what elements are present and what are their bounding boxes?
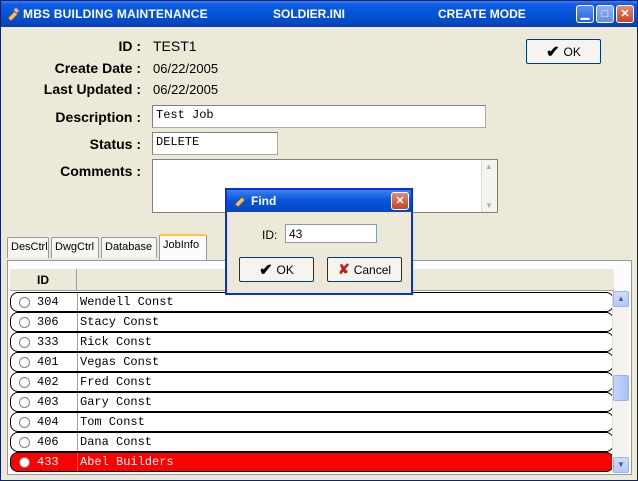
close-icon: ✕ xyxy=(620,8,630,20)
tab-jobinfo[interactable]: JobInfo xyxy=(159,234,207,260)
grid-header-id[interactable]: ID xyxy=(10,269,77,291)
column-divider xyxy=(77,453,78,471)
column-divider xyxy=(77,433,78,451)
comments-label: Comments : xyxy=(60,163,141,179)
cancel-x-icon: ✘ xyxy=(337,261,350,277)
column-divider xyxy=(77,393,78,411)
maximize-icon: □ xyxy=(601,8,609,20)
status-field[interactable]: DELETE xyxy=(152,132,278,155)
find-cancel-label: Cancel xyxy=(353,262,392,277)
tab-desctrl[interactable]: DesCtrl xyxy=(7,237,49,258)
find-close-button[interactable]: ✕ xyxy=(391,192,409,210)
scroll-up-icon[interactable]: ▲ xyxy=(613,291,629,307)
find-ok-button[interactable]: ✔ OK xyxy=(239,257,314,282)
table-row[interactable]: 304 Wendell Const xyxy=(10,292,614,312)
status-label: Status : xyxy=(89,136,141,152)
row-radio[interactable] xyxy=(19,357,30,368)
ok-button[interactable]: ✔ OK xyxy=(526,39,601,64)
row-radio[interactable] xyxy=(19,397,30,408)
row-radio[interactable] xyxy=(19,317,30,328)
row-name: Tom Const xyxy=(80,415,145,429)
title-file-name: SOLDIER.INI xyxy=(273,7,346,21)
row-name: Stacy Const xyxy=(80,315,160,329)
column-divider xyxy=(77,353,78,371)
column-divider xyxy=(77,313,78,331)
table-row[interactable]: 406 Dana Const xyxy=(10,432,614,452)
tab-database[interactable]: Database xyxy=(101,237,157,258)
scrollbar-thumb[interactable] xyxy=(613,375,629,401)
checkmark-icon: ✔ xyxy=(259,261,273,279)
row-name: Gary Const xyxy=(80,395,153,409)
row-radio[interactable] xyxy=(19,437,30,448)
table-row[interactable]: 404 Tom Const xyxy=(10,412,614,432)
close-button[interactable]: ✕ xyxy=(616,5,634,23)
row-name: Vegas Const xyxy=(80,355,160,369)
description-label: Description : xyxy=(55,109,141,125)
row-id: 402 xyxy=(37,375,59,389)
row-id: 404 xyxy=(37,415,59,429)
table-row[interactable]: 433 Abel Builders xyxy=(10,452,614,472)
row-name: Dana Const xyxy=(80,435,153,449)
find-dialog-title-bar[interactable]: Find ✕ xyxy=(227,190,411,212)
row-radio[interactable] xyxy=(19,337,30,348)
column-divider xyxy=(77,333,78,351)
row-radio[interactable] xyxy=(19,377,30,388)
table-row[interactable]: 333 Rick Const xyxy=(10,332,614,352)
description-field[interactable]: Test Job xyxy=(152,105,486,128)
title-app-name: MBS BUILDING MAINTENANCE xyxy=(23,7,208,21)
row-id: 403 xyxy=(37,395,59,409)
row-id: 433 xyxy=(37,455,59,469)
row-radio[interactable] xyxy=(19,297,30,308)
row-id: 406 xyxy=(37,435,59,449)
row-radio[interactable] xyxy=(19,417,30,428)
row-id: 401 xyxy=(37,355,59,369)
table-row[interactable]: 401 Vegas Const xyxy=(10,352,614,372)
id-label: ID : xyxy=(118,38,141,54)
app-icon xyxy=(7,7,20,21)
row-name: Abel Builders xyxy=(80,455,174,469)
find-ok-label: OK xyxy=(276,262,294,277)
title-bar[interactable]: MBS BUILDING MAINTENANCE SOLDIER.INI CRE… xyxy=(1,1,637,27)
find-id-input[interactable]: 43 xyxy=(285,224,377,243)
id-value: TEST1 xyxy=(153,38,197,54)
table-row[interactable]: 403 Gary Const xyxy=(10,392,614,412)
tab-dwgctrl[interactable]: DwgCtrl xyxy=(51,237,99,258)
table-row[interactable]: 402 Fred Const xyxy=(10,372,614,392)
maximize-button[interactable]: □ xyxy=(596,5,614,23)
find-cancel-button[interactable]: ✘ Cancel xyxy=(327,257,402,282)
column-divider xyxy=(77,413,78,431)
title-mode: CREATE MODE xyxy=(438,7,526,21)
table-row[interactable]: 306 Stacy Const xyxy=(10,312,614,332)
create-date-value: 06/22/2005 xyxy=(153,61,219,76)
scroll-up-icon[interactable]: ▲ xyxy=(485,162,494,171)
row-id: 333 xyxy=(37,335,59,349)
last-updated-label: Last Updated : xyxy=(43,81,141,97)
row-radio[interactable] xyxy=(19,457,30,468)
row-id: 304 xyxy=(37,295,59,309)
scroll-down-icon[interactable]: ▼ xyxy=(613,457,629,473)
row-id: 306 xyxy=(37,315,59,329)
main-window: MBS BUILDING MAINTENANCE SOLDIER.INI CRE… xyxy=(0,0,638,481)
row-name: Fred Const xyxy=(80,375,153,389)
checkmark-icon: ✔ xyxy=(546,43,560,61)
close-icon: ✕ xyxy=(395,195,405,207)
comments-scrollbar[interactable]: ▲ ▼ xyxy=(481,160,497,212)
find-dialog: Find ✕ ID: 43 ✔ OK ✘ Cancel xyxy=(225,188,413,295)
scroll-down-icon[interactable]: ▼ xyxy=(485,201,494,210)
ok-button-label: OK xyxy=(563,44,581,59)
row-name: Wendell Const xyxy=(80,295,174,309)
row-name: Rick Const xyxy=(80,335,153,349)
column-divider xyxy=(77,293,78,311)
minimize-button[interactable]: ▁ xyxy=(576,5,594,23)
column-divider xyxy=(77,373,78,391)
grid-scrollbar[interactable]: ▲ ▼ xyxy=(612,291,629,473)
find-dialog-title: Find xyxy=(251,194,277,208)
create-date-label: Create Date : xyxy=(54,60,141,76)
last-updated-value: 06/22/2005 xyxy=(153,82,219,97)
find-icon xyxy=(234,196,246,207)
minimize-icon: ▁ xyxy=(580,8,590,20)
find-id-label: ID: xyxy=(262,228,278,242)
